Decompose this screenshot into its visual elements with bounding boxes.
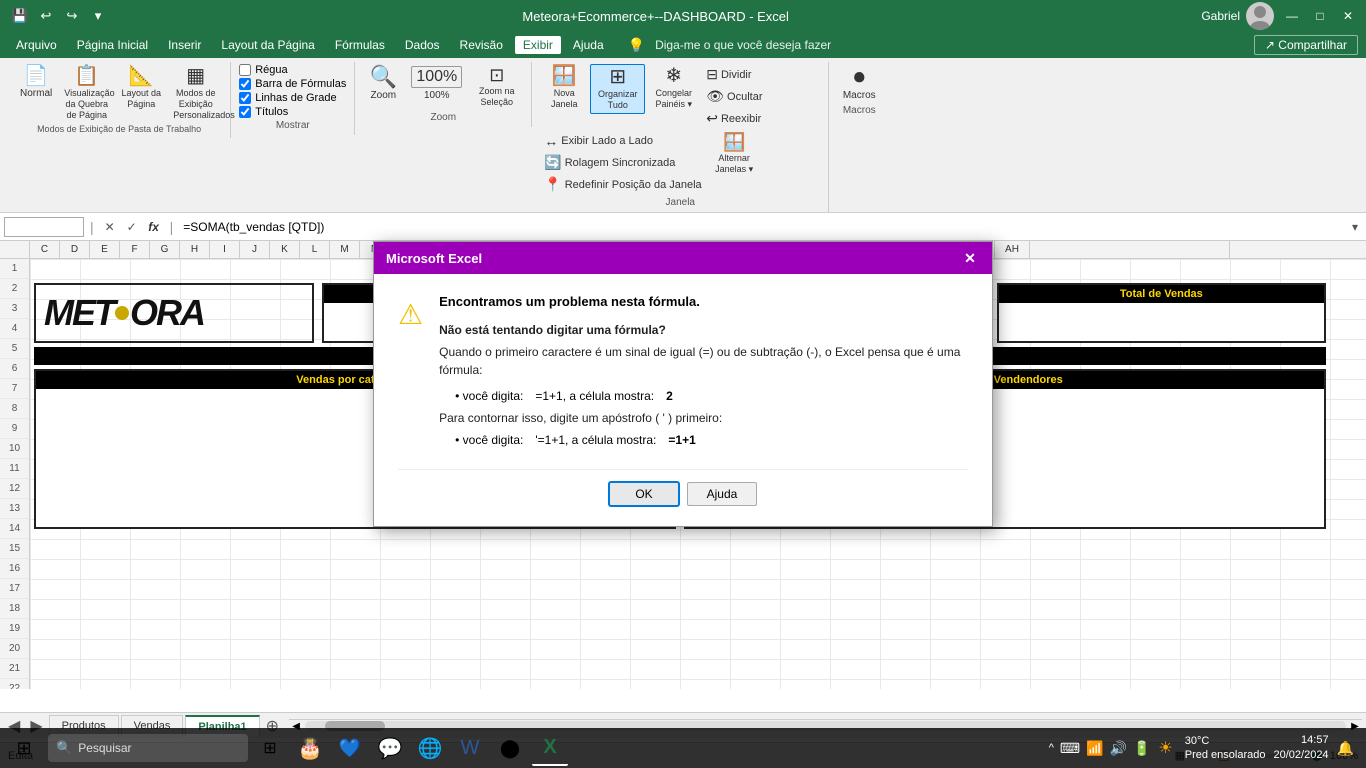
taskbar-birthday-app[interactable]: 🎂: [292, 730, 328, 766]
dialog-section-1: Não está tentando digitar uma fórmula? Q…: [439, 321, 968, 379]
weather-area: ☀ 30°C Pred ensolarado: [1158, 734, 1265, 763]
time-display[interactable]: 14:57 20/02/2024: [1274, 733, 1329, 764]
search-icon: 🔍: [56, 740, 72, 756]
notification-icon[interactable]: 🔔: [1337, 740, 1354, 757]
weather-info: 30°C Pred ensolarado: [1185, 734, 1266, 763]
taskbar-search-text: Pesquisar: [78, 741, 131, 755]
example2-output: =1+1: [668, 433, 695, 447]
system-tray: ^ ⌨ 📶 🔊 🔋: [1049, 740, 1151, 757]
taskbar-teams[interactable]: 💬: [372, 730, 408, 766]
warning-icon: ⚠: [398, 298, 423, 331]
clock-time: 14:57: [1274, 733, 1329, 748]
dialog-buttons: OK Ajuda: [398, 469, 968, 506]
example2-input: '=1+1, a célula mostra:: [535, 433, 656, 447]
start-button[interactable]: ⊞: [4, 730, 44, 766]
battery-icon: 🔋: [1133, 740, 1150, 757]
dialog-overlay: Microsoft Excel ✕ ⚠ Encontramos um probl…: [0, 0, 1366, 768]
clock-date: 20/02/2024: [1274, 748, 1329, 763]
weather-temp: 30°C: [1185, 734, 1266, 748]
dialog-example-1: • você digita: =1+1, a célula mostra: 2: [455, 389, 968, 403]
example1-before: • você digita:: [455, 389, 523, 403]
taskbar-excel[interactable]: X: [532, 730, 568, 766]
dialog-example-2: • você digita: '=1+1, a célula mostra: =…: [455, 433, 968, 447]
example1-output: 2: [666, 389, 673, 403]
warning-content: Encontramos um problema nesta fórmula. N…: [439, 294, 968, 453]
taskbar-word[interactable]: W: [452, 730, 488, 766]
dialog-ok-btn[interactable]: OK: [609, 482, 679, 506]
taskbar-edge[interactable]: 🌐: [412, 730, 448, 766]
dialog-section1-text: Quando o primeiro caractere é um sinal d…: [439, 343, 968, 379]
taskbar-vscode[interactable]: 💙: [332, 730, 368, 766]
taskbar: ⊞ 🔍 Pesquisar ⊞ 🎂 💙 💬 🌐 W ⬤ X ^ ⌨ 📶 🔊 🔋 …: [0, 728, 1366, 768]
dialog-close-btn[interactable]: ✕: [960, 248, 980, 268]
example2-before: • você digita:: [455, 433, 523, 447]
taskbar-task-view[interactable]: ⊞: [252, 730, 288, 766]
dialog-section2-text: Para contornar isso, digite um apóstrofo…: [439, 409, 968, 427]
dialog-warning-section: ⚠ Encontramos um problema nesta fórmula.…: [398, 294, 968, 453]
excel-error-dialog: Microsoft Excel ✕ ⚠ Encontramos um probl…: [373, 241, 993, 527]
taskbar-chrome[interactable]: ⬤: [492, 730, 528, 766]
taskbar-search-box[interactable]: 🔍 Pesquisar: [48, 734, 248, 762]
dialog-section1-title: Não está tentando digitar uma fórmula?: [439, 321, 968, 339]
weather-icon: ☀: [1158, 738, 1172, 758]
tray-expand-icon[interactable]: ^: [1049, 742, 1054, 754]
dialog-help-btn[interactable]: Ajuda: [687, 482, 757, 506]
dialog-titlebar: Microsoft Excel ✕: [374, 242, 992, 274]
wifi-icon: 📶: [1086, 740, 1103, 757]
dialog-body: ⚠ Encontramos um problema nesta fórmula.…: [374, 274, 992, 526]
sound-icon: 🔊: [1110, 740, 1127, 757]
keyboard-icon: ⌨: [1060, 740, 1080, 757]
dialog-main-text: Encontramos um problema nesta fórmula.: [439, 294, 968, 309]
weather-condition: Pred ensolarado: [1185, 748, 1266, 762]
dialog-title: Microsoft Excel: [386, 251, 482, 266]
taskbar-right: ^ ⌨ 📶 🔊 🔋 ☀ 30°C Pred ensolarado 14:57 2…: [1049, 733, 1362, 764]
example1-input: =1+1, a célula mostra:: [535, 389, 654, 403]
